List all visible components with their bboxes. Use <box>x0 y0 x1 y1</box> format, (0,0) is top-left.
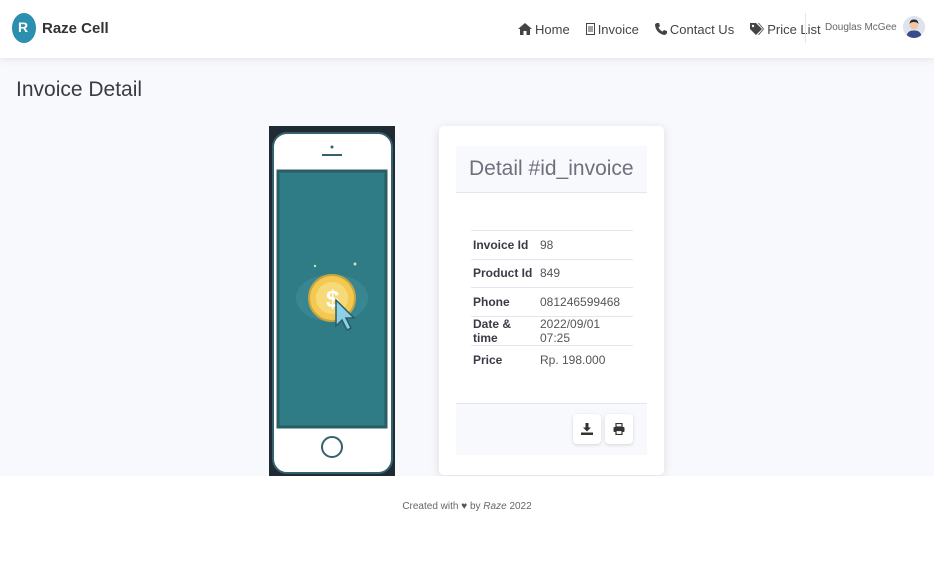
phone-icon <box>654 23 667 35</box>
home-icon <box>518 23 532 35</box>
row-value: Rp. 198.000 <box>538 344 633 374</box>
download-icon <box>581 423 593 435</box>
card-footer <box>456 403 647 455</box>
footer-year: 2022 <box>509 501 532 512</box>
table-row: Date & time 2022/09/01 07:25 <box>471 315 633 345</box>
brand-logo-icon: R <box>12 13 36 43</box>
table-row: Price Rp. 198.000 <box>471 344 633 374</box>
nav-price-list-label: Price List <box>767 21 821 37</box>
card-header: Detail #id_invoice <box>456 146 647 193</box>
avatar <box>902 16 925 38</box>
table-row: Product Id 849 <box>471 258 633 288</box>
footer-prefix: Created with <box>402 501 459 512</box>
nav-links: Home Invoice Contact Us Price List <box>518 20 837 38</box>
invoice-detail-table: Invoice Id 98 Product Id 849 Phone 08124… <box>471 230 633 374</box>
nav-invoice-label: Invoice <box>597 21 639 37</box>
page-footer: Created with ♥ by Raze 2022 <box>0 476 934 574</box>
nav-contact-label: Contact Us <box>669 21 735 37</box>
row-value: 081246599468 <box>538 287 633 316</box>
row-label: Invoice Id <box>471 230 538 259</box>
top-navbar: R Raze Cell Home Invoice Contact Us Pric… <box>0 0 934 58</box>
brand-name: Raze Cell <box>42 19 109 37</box>
nav-home[interactable]: Home <box>518 22 570 37</box>
card-title: Detail #id_invoice <box>469 157 634 180</box>
table-row: Invoice Id 98 <box>471 230 633 259</box>
row-label: Price <box>471 344 538 374</box>
main-content: Invoice Detail $ Detail #id_invoice Invo… <box>0 58 934 476</box>
footer-by: by <box>469 501 481 512</box>
heart-icon: ♥ <box>461 501 468 512</box>
table-row: Phone 081246599468 <box>471 287 633 316</box>
nav-price-list[interactable]: Price List <box>750 21 821 37</box>
print-button[interactable] <box>605 414 633 444</box>
phone-illustration: $ <box>269 126 395 476</box>
row-value: 98 <box>538 230 633 259</box>
document-icon <box>585 23 595 35</box>
user-name: Douglas McGee <box>825 21 897 33</box>
nav-home-label: Home <box>535 21 570 37</box>
nav-contact[interactable]: Contact Us <box>654 21 735 37</box>
invoice-detail-card: Detail #id_invoice Invoice Id 98 Product… <box>439 126 664 475</box>
row-value: 2022/09/01 07:25 <box>538 315 633 345</box>
page-title: Invoice Detail <box>16 78 143 101</box>
row-label: Phone <box>471 287 538 316</box>
footer-author: Raze <box>483 501 507 512</box>
phone-payment-illustration: $ <box>269 126 395 476</box>
brand[interactable]: R Raze Cell <box>12 13 109 43</box>
tags-icon <box>750 23 765 35</box>
row-label: Date & time <box>471 315 538 345</box>
footer-credit: Created with ♥ by Raze 2022 <box>0 501 934 512</box>
user-menu[interactable]: Douglas McGee <box>825 16 925 38</box>
download-button[interactable] <box>573 414 601 444</box>
nav-divider <box>805 13 806 43</box>
user-avatar-icon <box>902 16 925 38</box>
row-value: 849 <box>538 258 633 288</box>
nav-invoice[interactable]: Invoice <box>585 21 639 37</box>
row-label: Product Id <box>471 258 538 288</box>
print-icon <box>613 423 625 435</box>
